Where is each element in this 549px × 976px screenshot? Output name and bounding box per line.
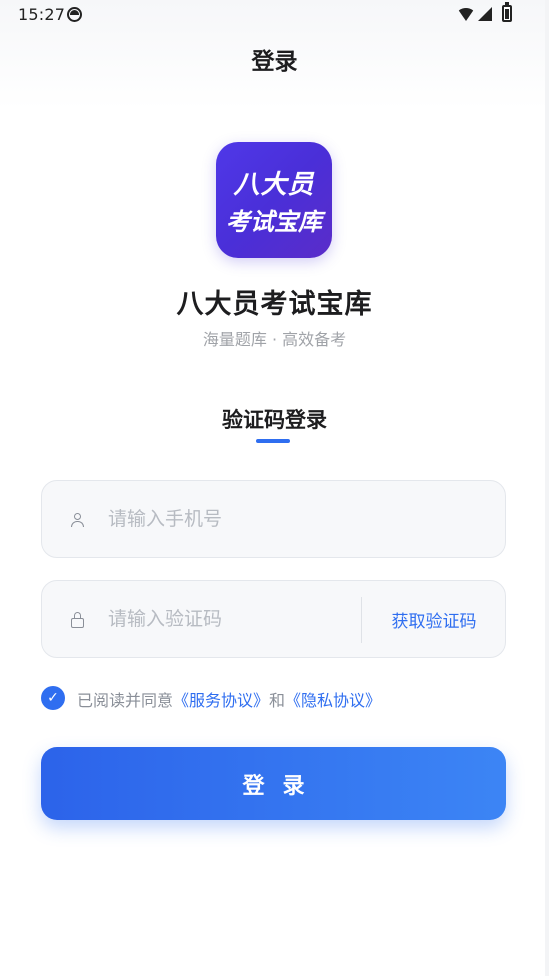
- tab-sms-login[interactable]: 验证码登录: [0, 404, 549, 434]
- agree-checkbox[interactable]: ✓: [41, 686, 65, 710]
- check-icon: ✓: [47, 690, 59, 706]
- lock-icon: [71, 612, 84, 628]
- logo-text-line1: 八大员: [233, 170, 315, 200]
- notification-face-icon: [67, 7, 82, 22]
- login-button[interactable]: 登录: [41, 747, 506, 820]
- status-bar: 15:27: [0, 0, 549, 30]
- code-field-container: 获取验证码: [41, 580, 506, 658]
- tab-active-indicator: [256, 439, 290, 443]
- scrollbar-track: [545, 0, 549, 976]
- logo-text-line2: 考试宝库: [226, 208, 322, 236]
- verification-code-input[interactable]: [108, 601, 348, 637]
- agree-prefix: 已阅读并同意: [77, 691, 174, 710]
- service-agreement-link[interactable]: 《服务协议》: [173, 691, 269, 710]
- login-screen: 15:27 登录 八大员 考试宝库 八大员考试宝库 海量题库 · 高效备考 验证…: [0, 0, 549, 976]
- signal-icon: [478, 7, 492, 21]
- wifi-icon: [457, 8, 475, 21]
- app-logo: 八大员 考试宝库: [216, 142, 332, 258]
- phone-field-container: [41, 480, 506, 558]
- app-slogan: 海量题库 · 高效备考: [202, 330, 347, 349]
- battery-icon: [502, 2, 512, 22]
- agreement-text: 已阅读并同意《服务协议》和《隐私协议》: [77, 687, 381, 711]
- agree-and: 和: [269, 691, 286, 710]
- user-icon: [70, 513, 84, 527]
- app-name: 八大员考试宝库: [176, 289, 373, 320]
- status-time: 15:27: [18, 5, 66, 24]
- privacy-policy-link[interactable]: 《隐私协议》: [285, 691, 381, 710]
- phone-input[interactable]: [108, 501, 488, 537]
- get-code-button[interactable]: 获取验证码: [362, 607, 506, 632]
- page-title: 登录: [251, 49, 298, 75]
